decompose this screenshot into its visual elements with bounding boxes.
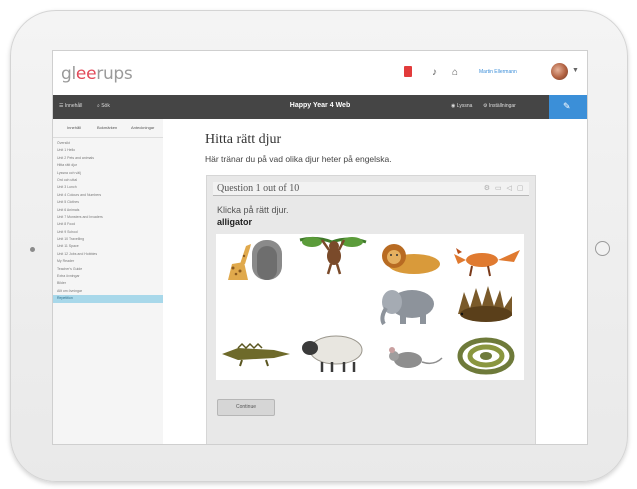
- fox-option[interactable]: [448, 238, 522, 282]
- nav-bar: ☰ Innehåll ⌕ Sök Happy Year 4 Web ◉ Lyss…: [53, 95, 587, 119]
- sidebar-item[interactable]: Teacher's Guide: [53, 266, 163, 273]
- quiz-target-word: alligator: [217, 217, 253, 227]
- sidebar-item[interactable]: Unit 10 Travelling: [53, 236, 163, 243]
- crocodile-option[interactable]: [218, 334, 292, 378]
- main-content: Hitta rätt djur Här tränar du på vad oli…: [163, 119, 587, 444]
- sidebar-item[interactable]: Ord och uttal: [53, 177, 163, 184]
- listen-button[interactable]: ◉ Lyssna: [451, 103, 472, 109]
- bookmark-icon[interactable]: [404, 66, 412, 77]
- quiz-tool-icons[interactable]: ⚙ ▭ ◁ ▢: [484, 184, 525, 192]
- tab-contents[interactable]: Innehåll: [67, 125, 81, 130]
- settings-label: Inställningar: [488, 103, 516, 109]
- logo-accent: ee: [75, 64, 97, 84]
- username-link[interactable]: Martin Ellermann: [479, 69, 517, 75]
- sidebar-item[interactable]: Unit 3 Lunch: [53, 184, 163, 191]
- sidebar: Innehåll Bokmärken Anteckningar Översikt…: [53, 119, 164, 444]
- elephant-option[interactable]: [372, 284, 446, 328]
- top-bar: gleerups ♪ ⌂ Martin Ellermann ▼: [53, 51, 587, 95]
- giraffe-option[interactable]: [218, 238, 292, 282]
- sidebar-list: Översikt Unit 1 Hello Unit 2 Pets and anim…: [53, 140, 163, 303]
- app-screen: gleerups ♪ ⌂ Martin Ellermann ▼ ☰ Innehå…: [52, 50, 588, 445]
- sidebar-tabs: Innehåll Bokmärken Anteckningar: [53, 119, 163, 138]
- sidebar-item[interactable]: Hitta rätt djur: [53, 162, 163, 169]
- bell-icon[interactable]: ♪: [432, 67, 437, 78]
- sidebar-item[interactable]: Extra övningar: [53, 273, 163, 280]
- sidebar-item[interactable]: Repetition: [53, 295, 163, 303]
- sidebar-item[interactable]: Översikt: [53, 140, 163, 147]
- lion-option[interactable]: [372, 236, 446, 280]
- page-subtitle: Här tränar du på vad olika djur heter på…: [205, 154, 392, 164]
- tab-bookmarks[interactable]: Bokmärken: [97, 125, 117, 130]
- page-title: Hitta rätt djur: [205, 132, 282, 147]
- quiz-header: Question 1 out of 10 ⚙ ▭ ◁ ▢: [213, 182, 529, 196]
- sidebar-item[interactable]: Unit 11 Space: [53, 243, 163, 250]
- sidebar-item[interactable]: My Reader: [53, 258, 163, 265]
- logo[interactable]: gleerups: [61, 64, 133, 84]
- avatar[interactable]: [551, 63, 568, 80]
- hedgehog-option[interactable]: [448, 282, 522, 326]
- tab-notes[interactable]: Anteckningar: [131, 125, 154, 130]
- sidebar-item[interactable]: Unit 8 Food: [53, 221, 163, 228]
- animal-grid: [216, 234, 524, 380]
- listen-label: Lyssna: [456, 103, 473, 109]
- logo-suffix: rups: [96, 64, 133, 84]
- sidebar-item[interactable]: Unit 6 Animals: [53, 207, 163, 214]
- sidebar-item[interactable]: Allt om övningar: [53, 288, 163, 295]
- sidebar-item[interactable]: Unit 12 Jobs and Hobbies: [53, 251, 163, 258]
- sidebar-item[interactable]: Bilder: [53, 280, 163, 287]
- chevron-down-icon[interactable]: ▼: [572, 67, 579, 74]
- sidebar-item[interactable]: Lyssna och välj: [53, 170, 163, 177]
- edit-icon: ✎: [563, 101, 571, 111]
- sidebar-item[interactable]: Unit 2 Pets and animals: [53, 155, 163, 162]
- question-counter: Question 1 out of 10: [217, 183, 300, 194]
- logo-prefix: gl: [61, 64, 76, 84]
- quiz-panel: Question 1 out of 10 ⚙ ▭ ◁ ▢ Klicka på r…: [206, 175, 536, 444]
- sidebar-item[interactable]: Unit 1 Hello: [53, 147, 163, 154]
- settings-button[interactable]: ⚙ Inställningar: [483, 103, 516, 109]
- home-icon[interactable]: ⌂: [452, 67, 458, 78]
- snake-option[interactable]: [448, 332, 522, 376]
- sidebar-item[interactable]: Unit 4 Colours and Numbers: [53, 192, 163, 199]
- tablet-home-button[interactable]: [595, 241, 610, 256]
- continue-button[interactable]: Continue: [217, 399, 275, 416]
- monkey-option[interactable]: [296, 234, 370, 278]
- sidebar-item[interactable]: Unit 7 Monsters and Invaders: [53, 214, 163, 221]
- edit-button[interactable]: ✎: [549, 95, 587, 119]
- sidebar-item[interactable]: Unit 5 Clothes: [53, 199, 163, 206]
- tablet-camera: [30, 247, 35, 252]
- sheep-option[interactable]: [296, 330, 370, 374]
- quiz-instruction: Klicka på rätt djur.: [217, 205, 289, 215]
- mouse-option[interactable]: [372, 336, 446, 380]
- sidebar-item[interactable]: Unit 9 School: [53, 229, 163, 236]
